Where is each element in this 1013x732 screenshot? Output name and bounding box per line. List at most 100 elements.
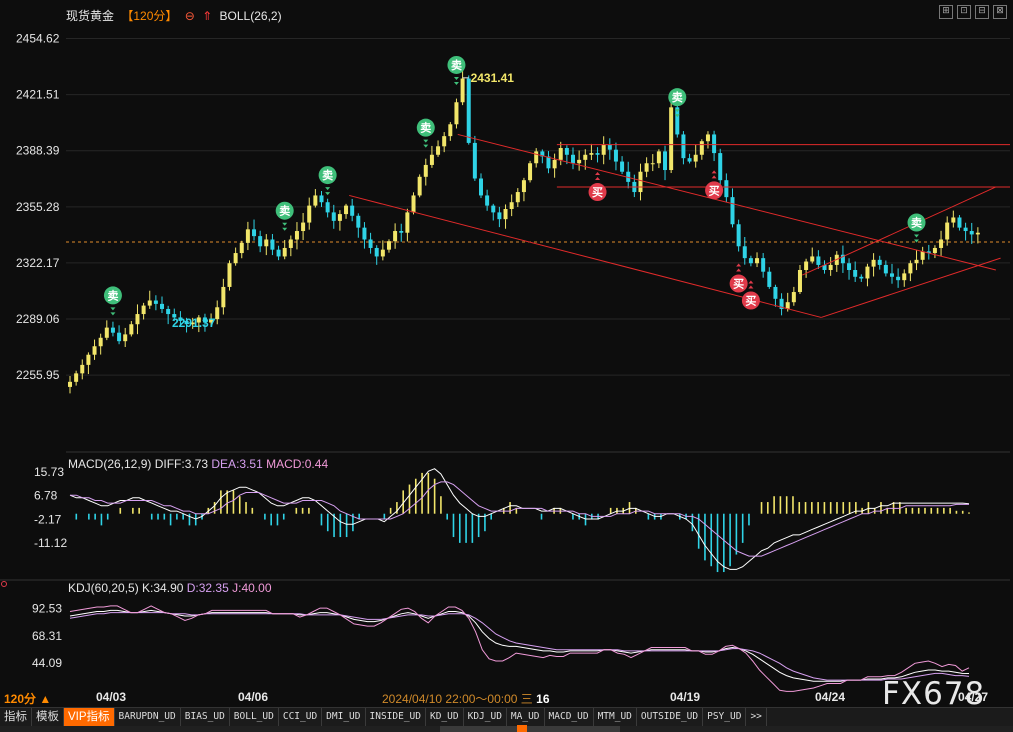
low-label: 2291.37 <box>172 316 216 330</box>
tab-barupdn[interactable]: BARUPDN_UD <box>115 708 181 726</box>
candle-body <box>656 151 661 164</box>
candle-body <box>699 141 704 155</box>
tab-inside[interactable]: INSIDE_UD <box>366 708 426 726</box>
buy-arrow-icon <box>736 263 742 267</box>
trendline <box>457 133 996 271</box>
candle-body <box>736 224 741 247</box>
period-selector[interactable]: 120分 ▲ <box>4 690 51 707</box>
candle-body <box>896 276 901 281</box>
tab-templates[interactable]: 模板 <box>32 708 64 726</box>
candle-body <box>252 229 257 237</box>
sell-arrow-icon <box>914 234 920 238</box>
high-label: 2431.41 <box>471 71 515 85</box>
window-btn-2[interactable]: ⊡ <box>957 5 971 19</box>
candle-body <box>804 261 809 270</box>
tab-kdj[interactable]: KDJ_UD <box>464 708 507 726</box>
indicator-name[interactable]: BOLL(26,2) <box>220 9 282 23</box>
sell-arrow-icon <box>423 144 429 148</box>
candle-body <box>791 292 796 303</box>
tab-indicators[interactable]: 指标 <box>0 708 32 726</box>
trendline <box>802 186 997 276</box>
candle-body <box>282 247 287 257</box>
window-btn-1[interactable]: ⊞ <box>939 5 953 19</box>
candle-body <box>564 148 569 155</box>
candle-body <box>344 205 349 215</box>
candle-body <box>239 242 244 254</box>
candle-body <box>74 373 79 382</box>
macd-tick-label: -2.17 <box>34 512 62 526</box>
candle-body <box>853 270 858 277</box>
tab-psy[interactable]: PSY_UD <box>703 708 747 726</box>
candle-body <box>68 381 72 387</box>
candle-body <box>509 202 514 209</box>
tab-bias[interactable]: BIAS_UD <box>181 708 230 726</box>
tab-ma[interactable]: MA_UD <box>507 708 545 726</box>
window-btn-3[interactable]: ⊟ <box>975 5 989 19</box>
candle-body <box>687 158 692 162</box>
candle-body <box>92 346 97 355</box>
crosshair-day: 16 <box>536 692 550 706</box>
candle-body <box>233 253 238 264</box>
candle-body <box>436 146 441 155</box>
candle-body <box>963 227 968 232</box>
candle-body <box>914 259 919 264</box>
candle-body <box>607 144 612 150</box>
settings-icon[interactable]: ⊖ <box>185 9 195 23</box>
candle-body <box>485 195 490 206</box>
candle-body <box>448 124 453 137</box>
candle-body <box>797 270 802 293</box>
candle-body <box>718 153 723 181</box>
tab-outside[interactable]: OUTSIDE_UD <box>637 708 704 726</box>
candle-body <box>503 209 508 220</box>
kdj-j-line <box>69 605 970 692</box>
candle-body <box>393 231 398 242</box>
candle-body <box>221 286 226 308</box>
tab-dmi[interactable]: DMI_UD <box>322 708 366 726</box>
price-tick-label: 2355.28 <box>16 200 60 214</box>
candle-body <box>258 236 263 247</box>
candle-body <box>331 212 336 221</box>
candle-body <box>288 239 293 248</box>
candle-body <box>374 247 379 257</box>
macd-tick-label: -11.12 <box>34 536 67 550</box>
candle-body <box>595 153 600 155</box>
candle-body <box>429 154 434 165</box>
candle-body <box>466 78 471 143</box>
candle-body <box>871 259 876 267</box>
macd-legend-item: DEA:3.51 <box>211 457 266 471</box>
window-btn-4[interactable]: ⊠ <box>993 5 1007 19</box>
candle-body <box>405 212 410 233</box>
candle-body <box>417 176 422 196</box>
candle-body <box>681 134 686 159</box>
tab-cci[interactable]: CCI_UD <box>279 708 323 726</box>
chart-header: 现货黄金 【120分】 ⊖ ⇑ BOLL(26,2) <box>66 7 286 24</box>
tab-more[interactable]: >> <box>746 708 767 726</box>
tab-kd[interactable]: KD_UD <box>426 708 464 726</box>
candle-body <box>828 264 833 270</box>
candle-body <box>86 354 91 365</box>
kdj-legend-item: J:40.00 <box>232 581 272 595</box>
price-tick-label: 2421.51 <box>16 88 60 102</box>
candle-body <box>724 180 729 198</box>
tab-boll[interactable]: BOLL_UD <box>230 708 279 726</box>
tab-vip-indicators[interactable]: VIP指标 <box>64 708 115 726</box>
sell-arrow-icon <box>282 222 288 226</box>
kdj-tick-label: 92.53 <box>32 602 62 616</box>
buy-arrow-icon <box>736 268 742 272</box>
candle-body <box>589 153 594 155</box>
candle-body <box>423 164 428 177</box>
sell-arrow-icon <box>110 312 116 316</box>
tab-macd[interactable]: MACD_UD <box>545 708 594 726</box>
scrollbar-thumb[interactable] <box>440 726 620 732</box>
tab-mtm[interactable]: MTM_UD <box>594 708 637 726</box>
candle-body <box>478 178 483 196</box>
kdj-tick-label: 68.31 <box>32 629 62 643</box>
sell-arrow-icon <box>110 307 116 311</box>
axis-layer: 2454.62 2421.51 2388.39 2355.28 2322.17 2289.… <box>1 32 515 670</box>
candle-body <box>147 300 152 306</box>
chart-canvas[interactable]: 卖卖卖卖卖卖买 买买买卖 2454.622421.512388.392355.28… <box>0 0 1013 707</box>
candle-body <box>160 303 165 309</box>
period-tag[interactable]: 【120分】 <box>121 9 177 23</box>
kdj-legend: KDJ(60,20,5) K:34.90 D:32.35 J:40.00 <box>68 581 272 595</box>
candle-body <box>847 263 852 270</box>
